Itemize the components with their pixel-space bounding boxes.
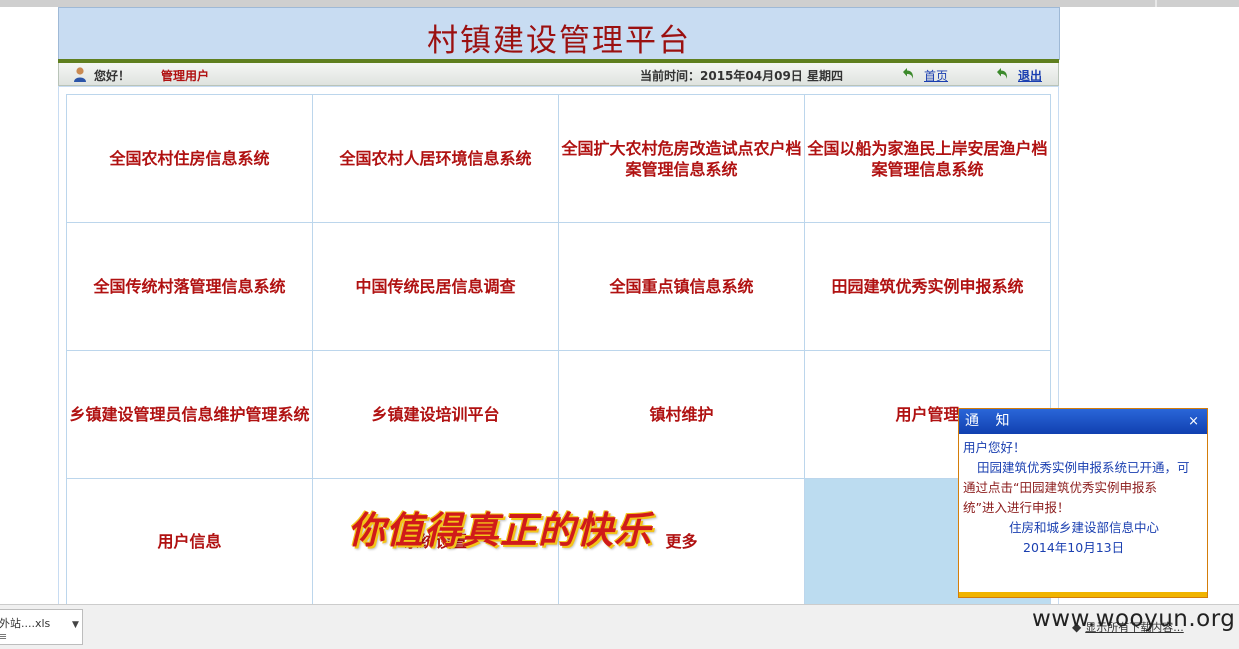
header-banner: 村镇建设管理平台: [58, 7, 1060, 60]
system-link-user-info[interactable]: 用户信息: [67, 479, 313, 605]
page-title: 村镇建设管理平台: [427, 23, 691, 59]
download-file-status: ≡: [0, 630, 8, 643]
system-link-traditional-dwellings[interactable]: 中国传统民居信息调查: [313, 223, 559, 351]
system-link-admin-maintenance[interactable]: 乡镇建设管理员信息维护管理系统: [67, 351, 313, 479]
home-return-icon: [903, 68, 914, 79]
current-time: 当前时间：2015年04月09日 星期四: [640, 69, 843, 83]
system-link-training-platform[interactable]: 乡镇建设培训平台: [313, 351, 559, 479]
system-link-rural-housing[interactable]: 全国农村住房信息系统: [67, 95, 313, 223]
overlay-slogan: 你值得真正的快乐: [348, 508, 652, 552]
system-link-pastoral-architecture[interactable]: 田园建筑优秀实例申报系统: [805, 223, 1051, 351]
close-icon[interactable]: ×: [1188, 409, 1199, 434]
home-link[interactable]: 首页: [924, 67, 948, 84]
notice-greeting: 用户您好！: [963, 440, 1026, 455]
system-link-town-maintenance[interactable]: 镇村维护: [559, 351, 805, 479]
notice-line-3: 统”进入进行申报！: [963, 500, 1070, 515]
system-link-key-towns[interactable]: 全国重点镇信息系统: [559, 223, 805, 351]
chevron-down-icon[interactable]: ▼: [72, 620, 79, 630]
logout-link[interactable]: 退出: [1018, 67, 1042, 84]
notice-org: 住房和城乡建设部信息中心: [1009, 520, 1160, 535]
username-text: 管理用户: [161, 69, 210, 83]
system-link-dilapidated-housing[interactable]: 全国扩大农村危房改造试点农户档案管理信息系统: [559, 95, 805, 223]
logout-return-icon: [997, 68, 1008, 79]
notice-line-1: 田园建筑优秀实例申报系统已开通，可: [977, 460, 1190, 475]
notice-title: 通 知: [965, 413, 1016, 429]
system-link-fishermen-housing[interactable]: 全国以船为家渔民上岸安居渔户档案管理信息系统: [805, 95, 1051, 223]
user-icon: [74, 67, 86, 82]
notice-footer-bar: [959, 592, 1207, 597]
system-link-traditional-villages[interactable]: 全国传统村落管理信息系统: [67, 223, 313, 351]
notice-popup: 通 知 × 用户您好！ 田园建筑优秀实例申报系统已开通，可 通过点击“田园建筑优…: [958, 408, 1208, 598]
notice-body: 用户您好！ 田园建筑优秀实例申报系统已开通，可 通过点击“田园建筑优秀实例申报系…: [959, 434, 1207, 558]
user-bar: 您好！ 管理用户 当前时间：2015年04月09日 星期四 首页 退出: [58, 63, 1059, 86]
strip-divider: [1155, 0, 1157, 7]
download-file-name: 外站....xls: [0, 617, 51, 630]
notice-header: 通 知 ×: [959, 409, 1207, 434]
browser-top-strip: [0, 0, 1239, 7]
greeting-text: 您好！: [94, 69, 131, 83]
notice-line-2: 通过点击“田园建筑优秀实例申报系: [963, 480, 1157, 495]
download-item[interactable]: 外站....xls ≡ ▼: [0, 609, 83, 645]
watermark: www.wooyun.org: [1032, 606, 1236, 632]
notice-date: 2014年10月13日: [1023, 540, 1125, 555]
system-link-living-environment[interactable]: 全国农村人居环境信息系统: [313, 95, 559, 223]
